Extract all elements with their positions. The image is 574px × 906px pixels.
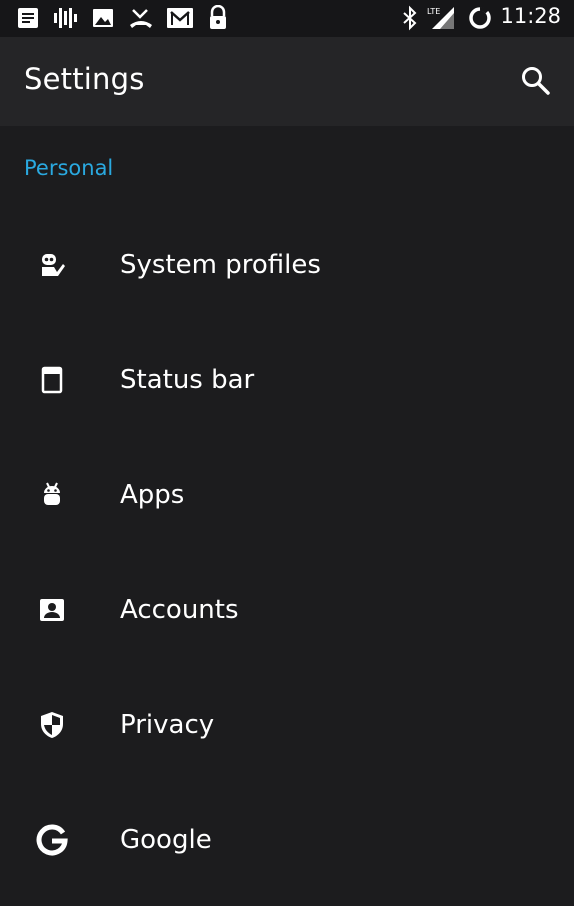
bluetooth-icon bbox=[398, 5, 424, 31]
missed-call-icon bbox=[128, 5, 154, 31]
google-icon bbox=[34, 822, 70, 858]
status-bar: LTE 11:28 bbox=[0, 0, 574, 37]
signal-lte-icon: LTE bbox=[426, 5, 456, 31]
settings-item-label: Privacy bbox=[120, 709, 215, 740]
gmail-icon bbox=[166, 5, 193, 31]
network-label: LTE bbox=[427, 7, 440, 16]
section-header-personal: Personal bbox=[24, 156, 114, 180]
search-icon bbox=[522, 67, 550, 95]
settings-item-label: Accounts bbox=[120, 594, 239, 625]
lock-icon bbox=[206, 4, 232, 31]
settings-item-label: Status bar bbox=[120, 364, 255, 395]
settings-item-status-bar[interactable]: Status bar bbox=[0, 322, 574, 437]
settings-item-apps[interactable]: Apps bbox=[0, 437, 574, 552]
search-button[interactable] bbox=[514, 59, 558, 103]
page-title: Settings bbox=[24, 62, 145, 96]
status-bar-icon bbox=[34, 362, 70, 398]
settings-item-system-profiles[interactable]: System profiles bbox=[0, 207, 574, 322]
account-box-icon bbox=[34, 592, 70, 628]
shield-icon bbox=[34, 707, 70, 743]
settings-item-label: System profiles bbox=[120, 249, 321, 280]
battery-ring-icon bbox=[467, 5, 493, 31]
settings-item-privacy[interactable]: Privacy bbox=[0, 667, 574, 782]
settings-item-label: Apps bbox=[120, 479, 185, 510]
voicemail-icon bbox=[52, 5, 78, 31]
notes-icon bbox=[15, 5, 41, 31]
app-bar: Settings bbox=[0, 37, 574, 126]
settings-list: System profiles Status bar Apps Accounts… bbox=[0, 207, 574, 897]
profiles-icon bbox=[34, 247, 70, 283]
settings-item-label: Google bbox=[120, 824, 212, 855]
settings-item-google[interactable]: Google bbox=[0, 782, 574, 897]
settings-item-accounts[interactable]: Accounts bbox=[0, 552, 574, 667]
android-icon bbox=[34, 477, 70, 513]
image-icon bbox=[90, 5, 116, 31]
clock-time: 11:28 bbox=[500, 4, 561, 28]
